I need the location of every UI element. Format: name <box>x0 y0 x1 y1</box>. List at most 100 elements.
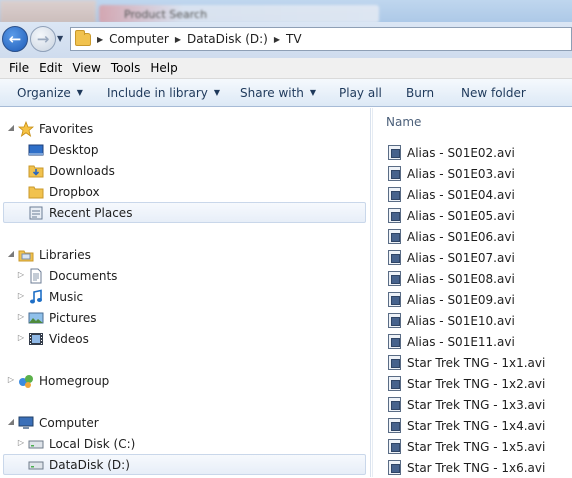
video-file-icon <box>388 334 401 349</box>
file-name: Alias - S01E02.avi <box>407 145 515 160</box>
video-file-icon <box>388 229 401 244</box>
organize-button[interactable]: Organize ▼ <box>17 86 83 100</box>
file-item[interactable]: Alias - S01E02.avi <box>388 142 515 163</box>
tree-label: Downloads <box>49 163 115 178</box>
menu-help[interactable]: Help <box>145 61 182 75</box>
share-with-label: Share with <box>240 85 304 100</box>
tree-label: Local Disk (C:) <box>49 436 136 451</box>
file-item[interactable]: Alias - S01E05.avi <box>388 205 515 226</box>
tree-item-dropbox[interactable]: Dropbox <box>28 181 100 202</box>
tree-item-favorites[interactable]: Favorites <box>18 118 93 139</box>
expand-icon[interactable]: ▷ <box>16 312 26 321</box>
file-item[interactable]: Star Trek TNG - 1x6.avi <box>388 457 545 478</box>
file-name: Star Trek TNG - 1x3.avi <box>407 397 546 412</box>
expand-icon[interactable]: ▷ <box>6 375 16 384</box>
collapse-icon[interactable]: ◢ <box>6 123 16 132</box>
tree-label: Dropbox <box>49 184 100 199</box>
tree-label: Documents <box>49 268 118 283</box>
file-item[interactable]: Star Trek TNG - 1x5.avi <box>388 436 545 457</box>
expand-icon[interactable]: ▷ <box>16 270 26 279</box>
new-folder-button[interactable]: New folder <box>461 86 526 100</box>
expand-icon[interactable]: ▷ <box>16 291 26 300</box>
play-all-button[interactable]: Play all <box>339 86 382 100</box>
file-item[interactable]: Star Trek TNG - 1x1.avi <box>388 352 545 373</box>
tree-item-desktop[interactable]: Desktop <box>28 139 99 160</box>
tree-item-videos[interactable]: Videos <box>28 328 89 349</box>
share-with-button[interactable]: Share with ▼ <box>240 86 316 100</box>
chevron-right-icon[interactable]: ▶ <box>97 35 103 44</box>
file-item[interactable]: Alias - S01E09.avi <box>388 289 515 310</box>
tree-item-libraries[interactable]: Libraries <box>18 244 91 265</box>
address-bar[interactable]: ▶ Computer ▶ DataDisk (D:) ▶ TV <box>70 27 572 51</box>
video-file-icon <box>388 418 401 433</box>
tree-label: Libraries <box>39 247 91 262</box>
burn-button[interactable]: Burn <box>406 86 434 100</box>
collapse-icon[interactable]: ◢ <box>6 417 16 426</box>
file-item[interactable]: Alias - S01E03.avi <box>388 163 515 184</box>
tree-item-recent-places[interactable]: Recent Places <box>3 202 366 223</box>
file-name: Alias - S01E11.avi <box>407 334 515 349</box>
file-item[interactable]: Alias - S01E07.avi <box>388 247 515 268</box>
file-item[interactable]: Alias - S01E10.avi <box>388 310 515 331</box>
collapse-icon[interactable]: ◢ <box>6 249 16 258</box>
tree-item-computer[interactable]: Computer <box>18 412 99 433</box>
menu-view[interactable]: View <box>67 61 105 75</box>
file-name: Star Trek TNG - 1x4.avi <box>407 418 546 433</box>
navigation-pane[interactable]: ◢ Favorites Desktop Downloads Dropbox Re… <box>0 108 371 477</box>
file-list-pane[interactable]: Name Alias - S01E02.avi Alias - S01E03.av… <box>372 108 572 477</box>
menu-tools[interactable]: Tools <box>106 61 146 75</box>
computer-icon <box>18 415 34 431</box>
tree-label: Desktop <box>49 142 99 157</box>
downloads-folder-icon <box>28 163 44 179</box>
pictures-icon <box>28 310 44 326</box>
file-name: Star Trek TNG - 1x1.avi <box>407 355 546 370</box>
breadcrumb-tv[interactable]: TV <box>286 32 302 46</box>
homegroup-icon <box>18 373 34 389</box>
tree-label: Music <box>49 289 84 304</box>
desktop-icon <box>28 142 44 158</box>
expand-icon[interactable]: ▷ <box>16 438 26 447</box>
file-item[interactable]: Alias - S01E06.avi <box>388 226 515 247</box>
menu-edit[interactable]: Edit <box>34 61 67 75</box>
tree-item-local-disk-c[interactable]: Local Disk (C:) <box>28 433 135 454</box>
tree-label: Recent Places <box>49 205 133 220</box>
file-item[interactable]: Alias - S01E11.avi <box>388 331 515 352</box>
file-name: Alias - S01E10.avi <box>407 313 515 328</box>
tree-item-downloads[interactable]: Downloads <box>28 160 115 181</box>
expand-icon[interactable]: ▷ <box>16 333 26 342</box>
file-item[interactable]: Star Trek TNG - 1x4.avi <box>388 415 545 436</box>
tree-item-datadisk-d[interactable]: DataDisk (D:) <box>3 454 366 475</box>
video-file-icon <box>388 271 401 286</box>
column-header-name[interactable]: Name <box>372 108 572 136</box>
tree-item-homegroup[interactable]: Homegroup <box>18 370 109 391</box>
tree-item-pictures[interactable]: Pictures <box>28 307 97 328</box>
video-file-icon <box>388 145 401 160</box>
breadcrumb-computer[interactable]: Computer <box>109 32 169 46</box>
file-name: Star Trek TNG - 1x6.avi <box>407 460 546 475</box>
video-file-icon <box>388 355 401 370</box>
breadcrumb-datadisk[interactable]: DataDisk (D:) <box>187 32 268 46</box>
file-item[interactable]: Star Trek TNG - 1x2.avi <box>388 373 545 394</box>
burn-label: Burn <box>406 85 435 100</box>
chevron-right-icon[interactable]: ▶ <box>274 35 280 44</box>
recent-pages-dropdown-icon[interactable]: ▼ <box>57 34 63 43</box>
chevron-right-icon[interactable]: ▶ <box>175 35 181 44</box>
folder-icon <box>28 184 44 200</box>
tree-item-documents[interactable]: Documents <box>28 265 117 286</box>
pane-divider[interactable] <box>372 108 373 477</box>
include-in-library-button[interactable]: Include in library ▼ <box>107 86 220 100</box>
drive-icon <box>28 457 44 473</box>
menu-file[interactable]: File <box>4 61 34 75</box>
forward-button[interactable]: → <box>30 26 56 52</box>
video-file-icon <box>388 250 401 265</box>
tree-label: Pictures <box>49 310 97 325</box>
tree-item-music[interactable]: Music <box>28 286 83 307</box>
file-item[interactable]: Alias - S01E04.avi <box>388 184 515 205</box>
tree-label: Computer <box>39 415 99 430</box>
video-file-icon <box>388 313 401 328</box>
file-item[interactable]: Alias - S01E08.avi <box>388 268 515 289</box>
file-item[interactable]: Star Trek TNG - 1x3.avi <box>388 394 545 415</box>
back-button[interactable]: ← <box>2 26 28 52</box>
video-file-icon <box>388 292 401 307</box>
file-name: Alias - S01E08.avi <box>407 271 515 286</box>
